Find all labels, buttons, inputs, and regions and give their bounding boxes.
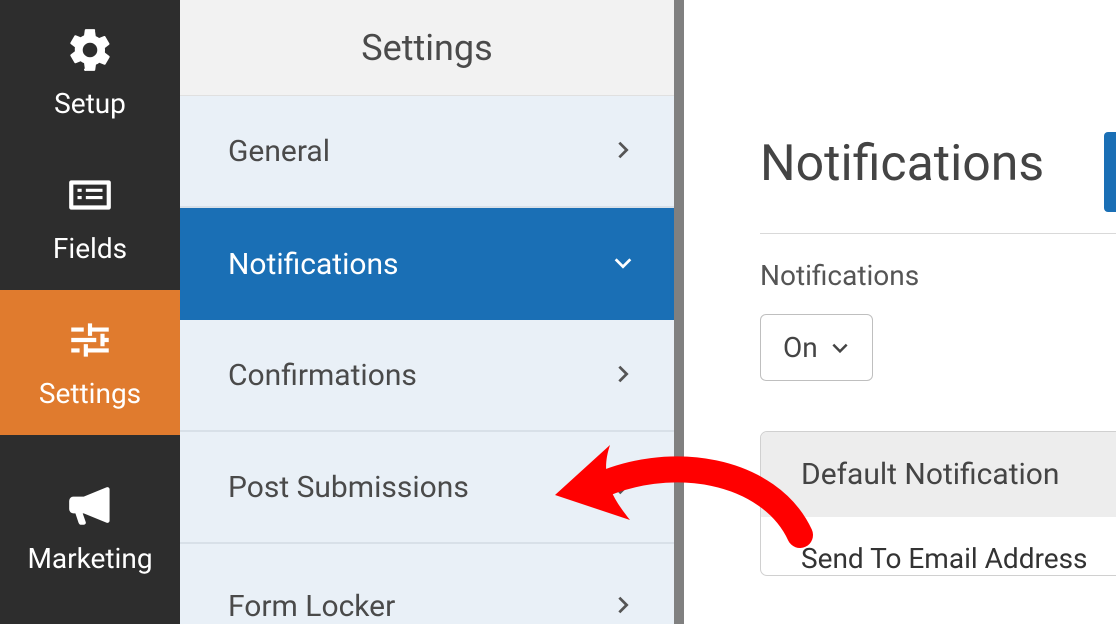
chevron-right-icon <box>612 358 634 393</box>
rail-item-marketing[interactable]: Marketing <box>0 435 180 620</box>
notification-card: Default Notification Send To Email Addre… <box>760 431 1116 576</box>
settings-item-label: Post Submissions <box>228 470 469 505</box>
chevron-right-icon <box>612 470 634 505</box>
settings-item-label: Confirmations <box>228 358 417 393</box>
divider <box>760 233 1116 234</box>
gear-icon <box>65 25 115 75</box>
rail-item-setup[interactable]: Setup <box>0 0 180 145</box>
card-field-label: Send To Email Address <box>761 517 1116 575</box>
rail-item-fields[interactable]: Fields <box>0 145 180 290</box>
page-title: Settings <box>180 0 674 96</box>
settings-item-confirmations[interactable]: Confirmations <box>180 320 674 432</box>
panel-title: Notifications <box>760 135 1116 193</box>
chevron-right-icon <box>612 589 634 624</box>
button-edge[interactable] <box>1104 132 1116 212</box>
notifications-toggle[interactable]: On <box>760 314 873 381</box>
settings-item-label: General <box>228 134 330 169</box>
left-rail: Setup Fields Settings Marketing <box>0 0 180 624</box>
rail-item-settings[interactable]: Settings <box>0 290 180 435</box>
bullhorn-icon <box>65 480 115 530</box>
chevron-down-icon <box>830 338 850 358</box>
rail-item-label: Marketing <box>27 542 152 575</box>
settings-list: General Notifications Confirmations Post… <box>180 96 674 624</box>
rail-item-label: Fields <box>53 232 127 265</box>
chevron-right-icon <box>612 134 634 169</box>
settings-item-general[interactable]: General <box>180 96 674 208</box>
settings-item-form-locker[interactable]: Form Locker <box>180 544 674 624</box>
settings-item-label: Form Locker <box>228 589 395 624</box>
list-icon <box>65 170 115 220</box>
settings-item-post-submissions[interactable]: Post Submissions <box>180 432 674 544</box>
card-title: Default Notification <box>761 432 1116 517</box>
section-label: Notifications <box>760 259 1116 292</box>
rail-item-label: Setup <box>54 87 126 120</box>
settings-item-notifications[interactable]: Notifications <box>180 208 674 320</box>
content-panel: Notifications Notifications On Default N… <box>684 0 1116 624</box>
toggle-value: On <box>783 331 818 364</box>
settings-column: Settings General Notifications Confirmat… <box>180 0 684 624</box>
rail-item-label: Settings <box>39 377 141 410</box>
chevron-down-icon <box>612 247 634 282</box>
settings-item-label: Notifications <box>228 247 399 282</box>
sliders-icon <box>65 315 115 365</box>
